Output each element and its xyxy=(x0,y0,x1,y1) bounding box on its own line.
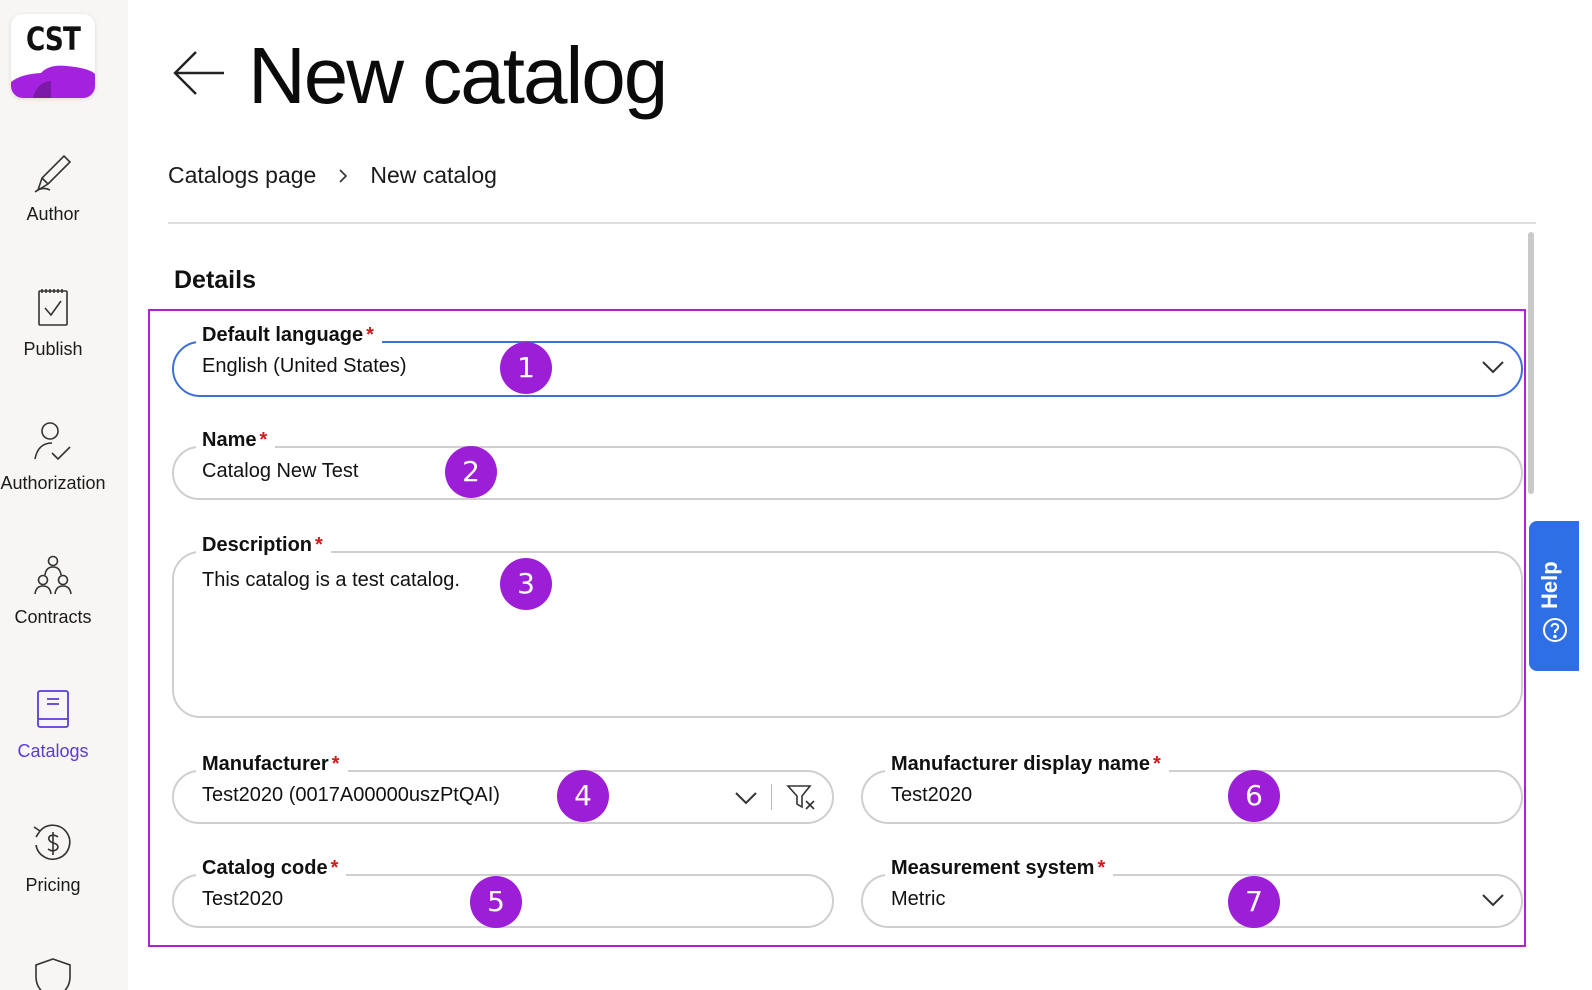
clipboard-check-icon xyxy=(38,289,68,326)
sidebar-item-label: Contracts xyxy=(14,607,92,627)
breadcrumb: Catalogs page New catalog xyxy=(168,162,497,189)
manufacturer-select[interactable]: Manufacturer * Test2020 (0017A00000uszPtQ… xyxy=(172,752,834,824)
field-label: Catalog code * xyxy=(196,856,347,880)
field-value: Test2020 xyxy=(202,888,284,910)
user-check-icon xyxy=(34,422,71,461)
annotation-badge: 7 xyxy=(1228,876,1280,928)
field-label: Measurement system * xyxy=(885,856,1114,880)
shield-icon xyxy=(35,958,71,990)
clear-filter-icon[interactable] xyxy=(786,783,816,811)
breadcrumb-link-catalogs[interactable]: Catalogs page xyxy=(168,162,316,189)
annotation-badge: 4 xyxy=(557,770,609,822)
field-label: Description * xyxy=(196,533,331,557)
field-value: Metric xyxy=(891,888,946,910)
field-label: Name * xyxy=(196,428,276,452)
app-logo[interactable]: CST xyxy=(11,14,95,98)
page-title: New catalog xyxy=(248,31,668,120)
field-label: Manufacturer * xyxy=(196,752,348,776)
sidebar-item-label: Catalogs xyxy=(17,741,89,761)
pen-icon xyxy=(34,154,72,193)
book-icon xyxy=(37,690,69,728)
dollar-refresh-icon xyxy=(33,824,71,861)
page: CST Author Publish Authorization Contrac… xyxy=(0,0,1592,990)
sidebar-item-contracts[interactable]: Contracts xyxy=(0,553,106,628)
sidebar-item-label: Pricing xyxy=(25,875,81,895)
people-group-icon xyxy=(34,555,72,595)
help-label: Help xyxy=(1537,561,1562,609)
field-label: Manufacturer display name * xyxy=(885,752,1169,776)
sidebar-item-author[interactable]: Author xyxy=(0,150,106,225)
name-field[interactable]: Name * Catalog New Test xyxy=(172,428,1523,500)
annotation-badge: 5 xyxy=(470,876,522,928)
section-title: Details xyxy=(174,266,256,294)
description-textarea[interactable]: Description * This catalog is a test cata… xyxy=(172,533,1523,718)
field-value: Test2020 xyxy=(891,784,973,806)
chevron-down-icon[interactable] xyxy=(1481,890,1505,910)
sidebar-item-pricing[interactable]: Pricing xyxy=(0,821,106,896)
arrow-left-icon[interactable] xyxy=(170,44,228,102)
annotation-badge: 1 xyxy=(500,342,552,394)
breadcrumb-current: New catalog xyxy=(370,162,497,188)
chevron-down-icon[interactable] xyxy=(734,788,758,808)
help-circle-icon xyxy=(1543,618,1567,642)
field-value: English (United States) xyxy=(202,355,407,377)
scrollbar[interactable] xyxy=(1528,232,1534,494)
annotation-badge: 6 xyxy=(1228,770,1280,822)
logo-shape-icon xyxy=(11,65,95,98)
field-value: Test2020 (0017A00000uszPtQAI) xyxy=(202,784,500,806)
field-divider xyxy=(771,784,772,810)
sidebar: CST Author Publish Authorization Contrac… xyxy=(0,0,128,990)
sidebar-item-label: Authorization xyxy=(0,473,106,493)
help-button[interactable]: Help xyxy=(1529,521,1579,671)
chevron-right-icon xyxy=(339,168,348,183)
field-value: This catalog is a test catalog. xyxy=(202,569,460,591)
chevron-down-icon[interactable] xyxy=(1481,357,1505,377)
logo-text: CST xyxy=(25,20,81,58)
sidebar-item-publish[interactable]: Publish xyxy=(0,285,106,360)
manufacturer-display-name-field[interactable]: Manufacturer display name * Test2020 xyxy=(861,752,1523,824)
sidebar-item-catalogs[interactable]: Catalogs xyxy=(0,687,106,762)
field-value: Catalog New Test xyxy=(202,460,359,482)
header-divider xyxy=(168,222,1536,224)
sidebar-item-label: Author xyxy=(26,204,80,224)
annotation-badge: 3 xyxy=(500,558,552,610)
annotation-badge: 2 xyxy=(445,446,497,498)
default-language-select[interactable]: Default language * English (United States… xyxy=(172,323,1523,397)
field-label: Default language * xyxy=(196,323,382,347)
sidebar-item-authorization[interactable]: Authorization xyxy=(0,419,106,494)
sidebar-item-label: Publish xyxy=(23,339,83,359)
measurement-system-select[interactable]: Measurement system * Metric xyxy=(861,856,1523,928)
sidebar-item-more[interactable] xyxy=(0,955,106,990)
